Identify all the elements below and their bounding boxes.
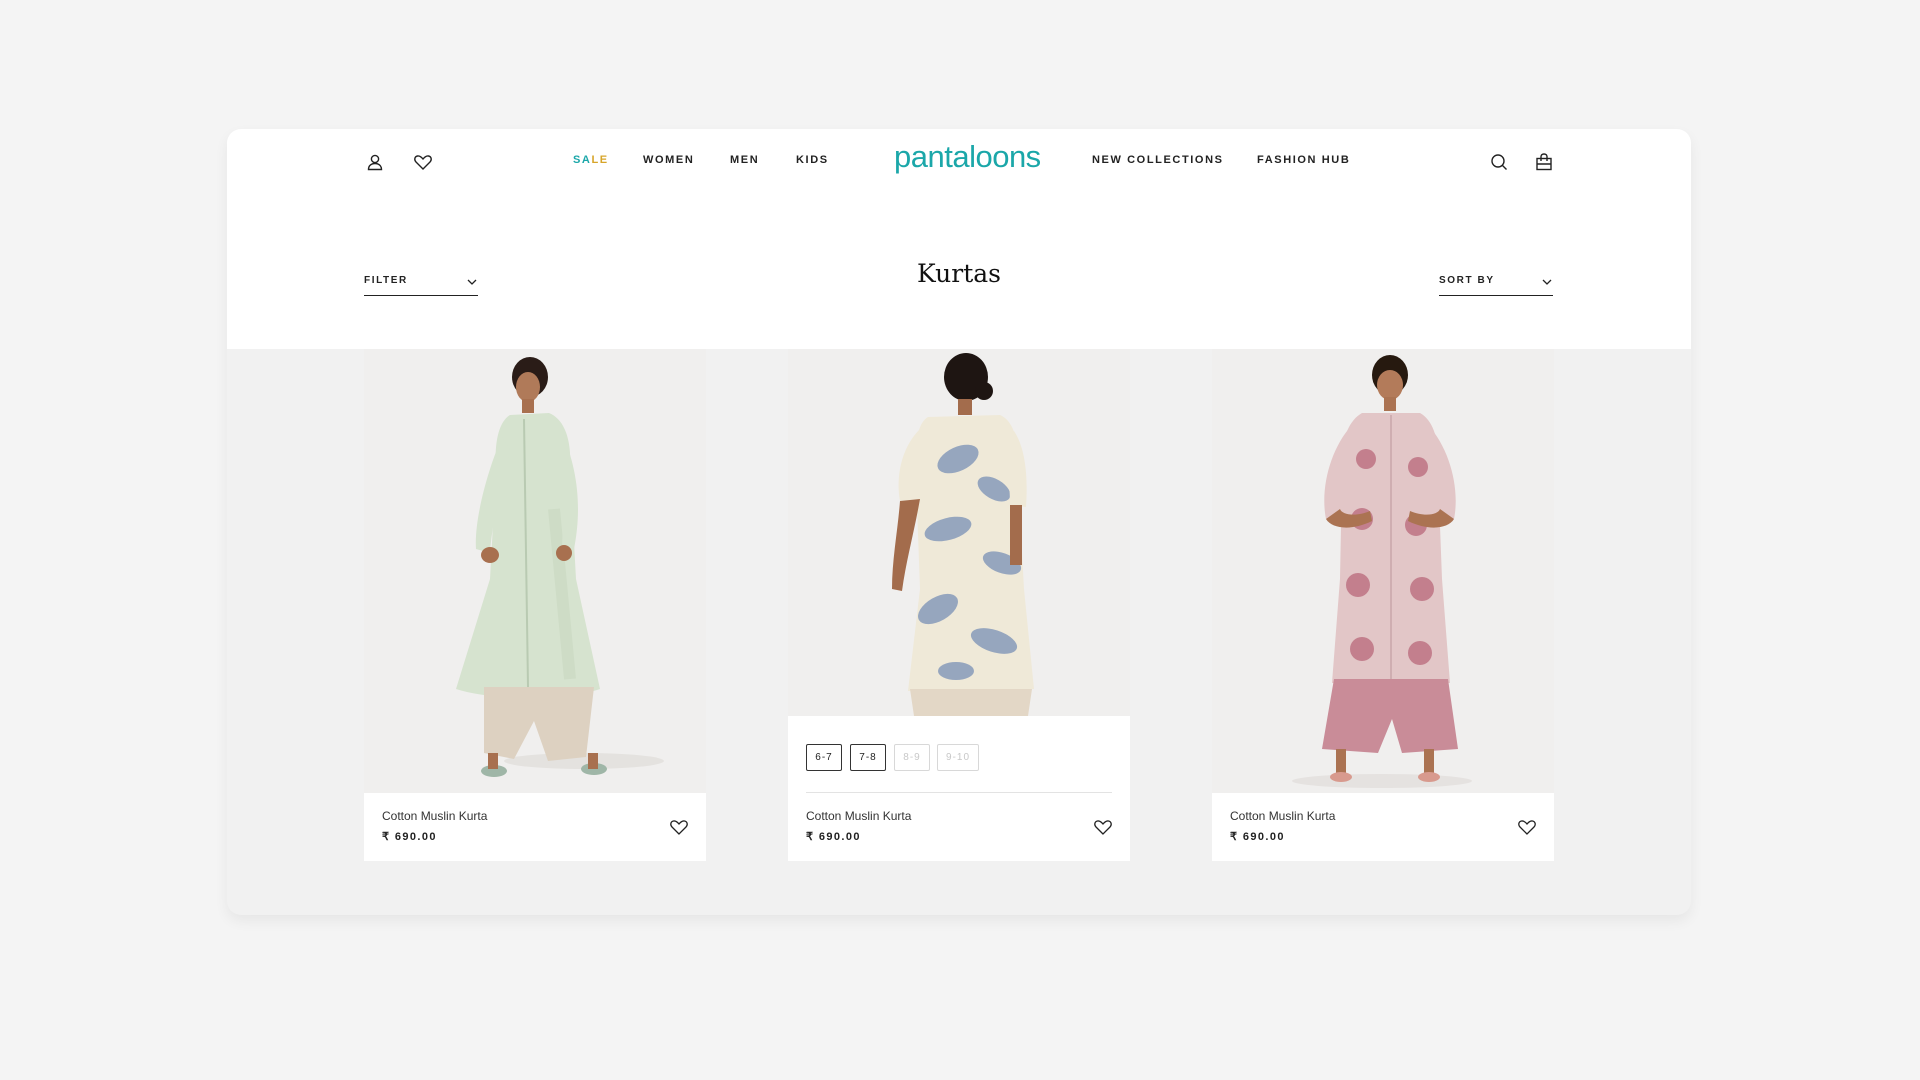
heart-icon[interactable] (669, 817, 689, 837)
size-option[interactable]: 7-8 (850, 744, 886, 771)
product-card[interactable]: 6-7 7-8 8-9 9-10 Cotton Muslin Kurta ₹ 6… (788, 349, 1130, 861)
product-image[interactable] (788, 349, 1130, 716)
shopping-bag-icon[interactable] (1532, 150, 1556, 174)
sort-by-dropdown[interactable]: SORT BY (1439, 275, 1553, 296)
nav-men[interactable]: MEN (730, 154, 759, 166)
product-name[interactable]: Cotton Muslin Kurta (382, 809, 487, 823)
model-illustration (1292, 355, 1472, 788)
user-icon[interactable] (363, 150, 387, 174)
product-name[interactable]: Cotton Muslin Kurta (1230, 809, 1335, 823)
search-icon[interactable] (1487, 150, 1511, 174)
product-price: ₹ 690.00 (382, 831, 437, 843)
page-frame: SALE WOMEN MEN KIDS pantaloons NEW COLLE… (227, 129, 1691, 915)
nav-sale-label-accent: LE (591, 154, 609, 166)
nav-sale[interactable]: SALE (573, 154, 609, 166)
model-illustration (456, 357, 664, 777)
model-illustration (892, 353, 1034, 716)
brand-logo[interactable]: pantaloons (894, 139, 1041, 175)
chevron-down-icon (1542, 279, 1552, 285)
nav-new-collections[interactable]: NEW COLLECTIONS (1092, 154, 1224, 166)
product-price: ₹ 690.00 (806, 831, 861, 843)
product-info: Cotton Muslin Kurta ₹ 690.00 (364, 793, 706, 861)
product-info: Cotton Muslin Kurta ₹ 690.00 (1212, 793, 1554, 861)
nav-women[interactable]: WOMEN (643, 154, 694, 166)
product-image[interactable] (1212, 349, 1554, 793)
nav-fashion-hub[interactable]: FASHION HUB (1257, 154, 1350, 166)
sort-label: SORT BY (1439, 275, 1495, 286)
size-selector: 6-7 7-8 8-9 9-10 (806, 716, 1112, 793)
heart-icon[interactable] (1517, 817, 1537, 837)
product-price: ₹ 690.00 (1230, 831, 1285, 843)
heart-icon[interactable] (1093, 817, 1113, 837)
nav-kids[interactable]: KIDS (796, 154, 829, 166)
product-info: Cotton Muslin Kurta ₹ 690.00 (788, 793, 1130, 861)
size-option[interactable]: 6-7 (806, 744, 842, 771)
site-header: SALE WOMEN MEN KIDS pantaloons NEW COLLE… (227, 129, 1691, 349)
product-card[interactable]: Cotton Muslin Kurta ₹ 690.00 (364, 349, 706, 861)
product-card[interactable]: Cotton Muslin Kurta ₹ 690.00 (1212, 349, 1554, 861)
size-option-unavailable: 9-10 (937, 744, 979, 771)
product-name[interactable]: Cotton Muslin Kurta (806, 809, 911, 823)
size-option-unavailable: 8-9 (894, 744, 930, 771)
nav-sale-label: SA (573, 154, 592, 166)
heart-icon[interactable] (411, 150, 435, 174)
product-image[interactable] (364, 349, 706, 793)
